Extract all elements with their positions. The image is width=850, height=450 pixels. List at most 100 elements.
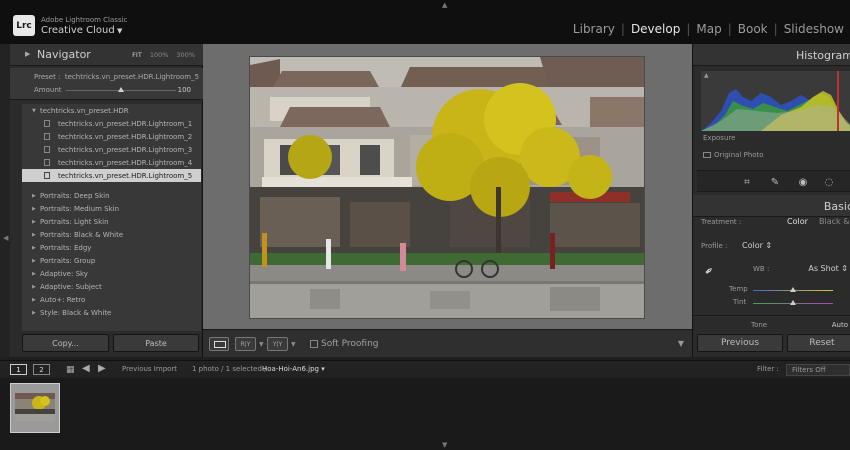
- preset-item-selected[interactable]: techtricks.vn_preset.HDR.Lightroom_5: [22, 169, 201, 182]
- zoom-300[interactable]: 300%: [176, 51, 195, 59]
- previous-button[interactable]: Previous: [697, 334, 783, 352]
- histogram[interactable]: [701, 70, 850, 131]
- filename[interactable]: Hoa-Hoi-An6.jpg ▾: [262, 365, 325, 373]
- histogram-header[interactable]: Histogram: [693, 44, 850, 66]
- soft-proofing-checkbox[interactable]: [310, 340, 318, 348]
- copy-button[interactable]: Copy...: [22, 334, 109, 352]
- treatment-bw-option[interactable]: Black & White: [819, 217, 850, 226]
- toolbar-menu-icon[interactable]: ▼: [678, 339, 684, 348]
- preset-folder[interactable]: ▼ techtricks.vn_preset.HDR: [22, 104, 129, 117]
- tint-label: Tint: [733, 298, 747, 306]
- brand-title[interactable]: Creative Cloud: [41, 25, 115, 36]
- before-after-ry-dropdown-icon[interactable]: ▼: [259, 341, 264, 348]
- tone-label: Tone: [751, 321, 768, 329]
- presets-list: ▼ techtricks.vn_preset.HDR techtricks.vn…: [22, 104, 201, 331]
- preset-item[interactable]: techtricks.vn_preset.HDR.Lightroom_4: [22, 156, 201, 169]
- primary-window-button[interactable]: 1: [10, 364, 27, 375]
- photo-canvas[interactable]: [203, 44, 692, 329]
- filmstrip: [0, 378, 850, 450]
- before-after-yy-button[interactable]: Y|Y: [267, 337, 288, 351]
- preset-item[interactable]: techtricks.vn_preset.HDR.Lightroom_2: [22, 130, 201, 143]
- module-slideshow[interactable]: Slideshow: [778, 22, 850, 36]
- preset-group[interactable]: ▶ Style: Black & White: [22, 306, 111, 319]
- zoom-fit[interactable]: FIT: [132, 51, 142, 59]
- module-library[interactable]: Library: [567, 22, 621, 36]
- histogram-title: Histogram: [795, 49, 850, 62]
- filmstrip-thumbnail[interactable]: [10, 383, 60, 433]
- before-after-yy-dropdown-icon[interactable]: ▼: [291, 341, 296, 348]
- preset-group[interactable]: ▶ Portraits: Deep Skin: [22, 189, 110, 202]
- tone-divider: [693, 315, 850, 316]
- basic-header[interactable]: Basic: [693, 195, 850, 217]
- module-map[interactable]: Map: [690, 22, 727, 36]
- tone-auto-button[interactable]: Auto: [832, 321, 848, 329]
- lrc-logo: Lrc: [13, 15, 35, 36]
- reset-button[interactable]: Reset: [787, 334, 850, 352]
- back-arrow-icon[interactable]: ◀: [82, 363, 90, 374]
- preset-icon: [44, 159, 50, 166]
- amount-slider-knob[interactable]: [118, 87, 124, 92]
- preset-icon: [44, 172, 50, 179]
- folder-collapsed-icon: ▶: [32, 309, 36, 316]
- treatment-label: Treatment :: [701, 218, 742, 226]
- collapse-bottom-arrow-icon[interactable]: ▼: [442, 441, 447, 449]
- zoom-100[interactable]: 100%: [150, 51, 169, 59]
- preset-group[interactable]: ▶ Adaptive: Sky: [22, 267, 88, 280]
- before-after-ry-button[interactable]: R|Y: [235, 337, 256, 351]
- shadow-clipping-icon[interactable]: ▲: [704, 72, 709, 79]
- navigator-header[interactable]: ▶ Navigator FIT 100% 300%: [10, 44, 203, 66]
- amount-value[interactable]: 100: [178, 86, 191, 94]
- crop-icon[interactable]: ⌗: [739, 174, 755, 190]
- thumbnail-graphic: [15, 393, 55, 421]
- red-eye-icon[interactable]: ◉: [795, 174, 811, 190]
- preset-item[interactable]: techtricks.vn_preset.HDR.Lightroom_1: [22, 117, 201, 130]
- forward-arrow-icon[interactable]: ▶: [98, 363, 106, 374]
- healing-brush-icon[interactable]: ✎: [767, 174, 783, 190]
- folder-collapsed-icon: ▶: [32, 231, 36, 238]
- preset-group[interactable]: ▶ Auto+: Retro: [22, 293, 85, 306]
- folder-expanded-icon: ▼: [32, 107, 36, 114]
- preset-item[interactable]: techtricks.vn_preset.HDR.Lightroom_3: [22, 143, 201, 156]
- preset-icon: [44, 120, 50, 127]
- module-develop[interactable]: Develop: [625, 22, 686, 36]
- filmstrip-source[interactable]: Previous Import: [122, 365, 177, 373]
- wb-select[interactable]: As Shot ⇕: [808, 264, 848, 273]
- photo-preview[interactable]: [250, 57, 644, 318]
- brand-subtitle: Adobe Lightroom Classic: [41, 16, 128, 24]
- folder-collapsed-icon: ▶: [32, 244, 36, 251]
- original-photo-checkbox[interactable]: [703, 152, 711, 158]
- secondary-window-button[interactable]: 2: [33, 364, 50, 375]
- temp-label: Temp: [729, 285, 748, 293]
- tint-slider-knob[interactable]: [790, 300, 796, 305]
- street-photo: [250, 57, 644, 318]
- preset-group[interactable]: ▶ Portraits: Edgy: [22, 241, 91, 254]
- filter-label: Filter :: [757, 365, 779, 373]
- folder-collapsed-icon: ▶: [32, 192, 36, 199]
- temp-slider-knob[interactable]: [790, 287, 796, 292]
- module-book[interactable]: Book: [732, 22, 774, 36]
- treatment-color-option[interactable]: Color: [787, 217, 808, 226]
- folder-collapsed-icon: ▶: [32, 257, 36, 264]
- preset-group[interactable]: ▶ Portraits: Black & White: [22, 228, 123, 241]
- masking-icon[interactable]: ◌: [821, 174, 837, 190]
- grid-view-icon[interactable]: ▦: [66, 365, 75, 375]
- preset-group[interactable]: ▶ Portraits: Medium Skin: [22, 202, 119, 215]
- preset-group[interactable]: ▶ Portraits: Light Skin: [22, 215, 109, 228]
- profile-select[interactable]: Color ⇕: [742, 241, 772, 250]
- preset-group[interactable]: ▶ Portraits: Group: [22, 254, 95, 267]
- brand-caret-icon[interactable]: ▼: [117, 27, 122, 35]
- navigator-toggle-icon[interactable]: ▶: [25, 50, 30, 58]
- collapse-left-arrow-icon[interactable]: ◀: [3, 234, 8, 242]
- preset-group[interactable]: ▶ Adaptive: Subject: [22, 280, 102, 293]
- profile-label: Profile :: [701, 242, 728, 250]
- preset-amount-box: Preset : techtricks.vn_preset.HDR.Lightr…: [10, 68, 203, 100]
- develop-toolbar: R|Y ▼ Y|Y ▼ Soft Proofing ▼: [203, 329, 692, 357]
- loupe-view-button[interactable]: [209, 337, 229, 351]
- paste-button[interactable]: Paste: [113, 334, 199, 352]
- collapse-top-arrow-icon[interactable]: ▲: [442, 1, 447, 9]
- preset-icon: [44, 146, 50, 153]
- white-balance-picker-icon[interactable]: ✒: [702, 259, 725, 282]
- loupe-view-icon: [214, 341, 226, 348]
- filter-select[interactable]: Filters Off: [786, 364, 850, 376]
- folder-collapsed-icon: ▶: [32, 205, 36, 212]
